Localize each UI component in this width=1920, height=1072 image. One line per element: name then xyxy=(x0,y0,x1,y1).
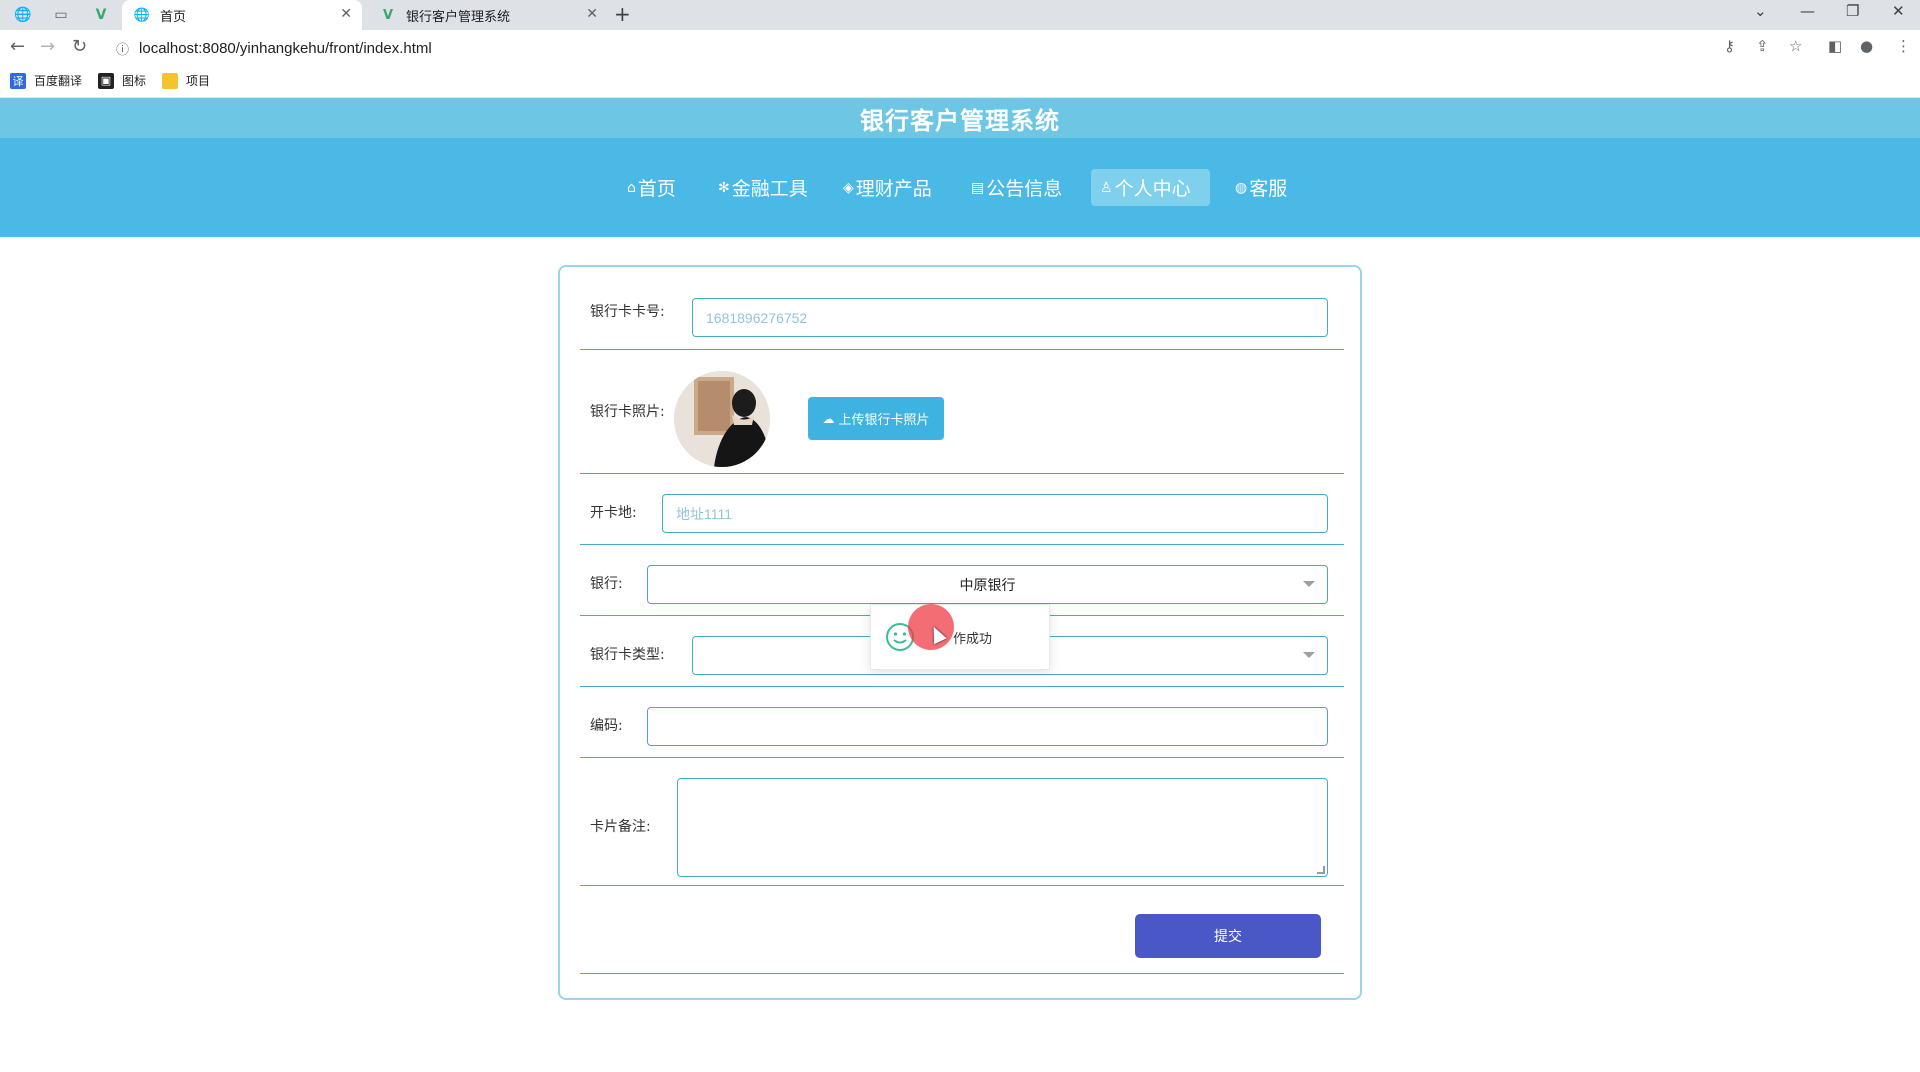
remark-label: 卡片备注: xyxy=(590,819,651,835)
row-card-number: 银行卡卡号: 1681896276752 xyxy=(580,267,1344,350)
folder-icon xyxy=(162,72,178,89)
menu-dots-icon[interactable]: ⋮ xyxy=(1896,37,1911,55)
star-icon[interactable]: ☆ xyxy=(1789,37,1802,55)
bookmark-label: 百度翻译 xyxy=(34,74,83,88)
bank-selected-value: 中原银行 xyxy=(959,577,1016,594)
nav-label: 个人中心 xyxy=(1114,178,1191,200)
minimize-icon[interactable]: — xyxy=(1800,2,1815,20)
nav-label: 金融工具 xyxy=(731,178,808,200)
close-icon[interactable]: ✕ xyxy=(340,6,352,22)
bookmark-label: 图标 xyxy=(122,74,147,88)
nav-label: 客服 xyxy=(1249,178,1288,200)
vue-icon: V xyxy=(382,7,394,23)
new-tab-plus-icon[interactable]: + xyxy=(614,2,631,26)
forward-arrow-icon[interactable]: → xyxy=(40,36,55,57)
site-info-icon[interactable]: ⓘ xyxy=(116,39,129,58)
row-remark: 卡片备注: xyxy=(580,758,1344,886)
nav-item-home[interactable]: ⌂ 首页 xyxy=(618,169,685,206)
bookmark-project[interactable]: 项目 xyxy=(162,72,210,89)
nav-item-announcements[interactable]: ▤ 公告信息 xyxy=(962,169,1071,206)
user-icon: ♙ xyxy=(1100,179,1113,196)
card-number-input[interactable]: 1681896276752 xyxy=(692,298,1328,337)
side-panel-icon[interactable]: ◧ xyxy=(1828,37,1842,55)
nav-label: 理财产品 xyxy=(855,178,932,200)
chevron-down-icon xyxy=(1303,652,1315,658)
chat-icon: ◍ xyxy=(1235,179,1248,196)
browser-tab-strip: 🌐 ▭ V 🌐 首页 ✕ V 银行客户管理系统 ✕ + ⌄ — ❐ ✕ xyxy=(0,0,1920,30)
site-title: 银行客户管理系统 xyxy=(860,106,1060,135)
translate-icon: 译 xyxy=(10,72,26,89)
card-photo-illustration xyxy=(674,371,770,467)
reload-icon[interactable]: ↻ xyxy=(72,36,87,57)
open-place-label: 开卡地: xyxy=(590,505,637,521)
main-nav: ⌂ 首页 ✻ 金融工具 ◈ 理财产品 ▤ 公告信息 ♙ 个人中心 ◍ 客服 xyxy=(0,138,1920,237)
card-photo-image[interactable] xyxy=(674,371,770,467)
bookmark-label: 项目 xyxy=(186,74,211,88)
code-label: 编码: xyxy=(590,718,623,734)
window-close-icon[interactable]: ✕ xyxy=(1892,2,1905,20)
home-icon: ⌂ xyxy=(627,179,636,196)
browser-tab-home[interactable]: 🌐 首页 ✕ xyxy=(122,0,362,30)
upload-card-photo-button[interactable]: ☁ 上传银行卡照片 xyxy=(808,397,944,440)
submit-button[interactable]: 提交 xyxy=(1135,914,1321,958)
site-header: 银行客户管理系统 xyxy=(0,98,1920,138)
address-bar-area: ← → ↻ ⓘ localhost:8080/yinhangkehu/front… xyxy=(0,30,1920,66)
tab-title: 首页 xyxy=(160,9,187,25)
remark-textarea[interactable] xyxy=(677,778,1328,877)
nav-item-customer-service[interactable]: ◍ 客服 xyxy=(1226,169,1296,206)
row-open-place: 开卡地: 地址1111 xyxy=(580,474,1344,545)
card-photo-label: 银行卡照片: xyxy=(590,404,665,420)
pinned-tab-vue-icon[interactable]: V xyxy=(90,4,112,26)
omnibox[interactable]: ⓘ localhost:8080/yinhangkehu/front/index… xyxy=(106,34,1776,62)
resize-grip-icon[interactable] xyxy=(1317,866,1325,874)
gear-icon: ✻ xyxy=(718,179,730,196)
restore-icon[interactable]: ❐ xyxy=(1846,2,1859,20)
layers-icon: ◈ xyxy=(843,179,854,196)
url-text[interactable]: localhost:8080/yinhangkehu/front/index.h… xyxy=(139,40,432,57)
bookmarks-bar: 译 百度翻译 ▣ 图标 项目 xyxy=(0,66,1920,98)
nav-item-wealth-products[interactable]: ◈ 理财产品 xyxy=(834,169,941,206)
key-icon[interactable]: ⚷ xyxy=(1724,37,1735,55)
card-number-label: 银行卡卡号: xyxy=(590,304,665,320)
document-icon: ▤ xyxy=(971,179,985,196)
close-icon[interactable]: ✕ xyxy=(586,6,598,22)
toast-message: 作成功 xyxy=(953,631,993,647)
profile-icon[interactable]: ● xyxy=(1860,37,1873,55)
chevron-down-icon xyxy=(1303,581,1315,587)
nav-label: 公告信息 xyxy=(986,178,1063,200)
upload-button-label: 上传银行卡照片 xyxy=(838,413,930,428)
tab-search-chevron-icon[interactable]: ⌄ xyxy=(1754,2,1767,20)
bank-label: 银行: xyxy=(590,576,623,592)
globe-icon: 🌐 xyxy=(133,7,151,23)
tab-title: 银行客户管理系统 xyxy=(406,9,511,25)
back-arrow-icon[interactable]: ← xyxy=(10,36,25,57)
cloud-upload-icon: ☁ xyxy=(822,411,835,426)
bank-select[interactable]: 中原银行 xyxy=(647,565,1328,604)
nav-item-personal-center[interactable]: ♙ 个人中心 xyxy=(1091,169,1210,206)
image-icon: ▣ xyxy=(98,72,114,89)
row-code: 编码: xyxy=(580,687,1344,758)
pinned-tab-globe-icon[interactable]: 🌐 xyxy=(12,4,34,26)
open-place-input[interactable]: 地址1111 xyxy=(662,494,1328,533)
success-toast: 作成功 xyxy=(870,604,1050,670)
nav-item-finance-tools[interactable]: ✻ 金融工具 xyxy=(709,169,817,206)
browser-tab-system[interactable]: V 银行客户管理系统 ✕ xyxy=(368,0,608,30)
bookmark-translate[interactable]: 译 百度翻译 xyxy=(10,72,82,89)
bookmark-icons[interactable]: ▣ 图标 xyxy=(98,72,146,89)
nav-label: 首页 xyxy=(637,178,676,200)
pinned-tab-blank-icon[interactable]: ▭ xyxy=(50,4,72,26)
code-input[interactable] xyxy=(647,707,1328,746)
share-icon[interactable]: ⇪ xyxy=(1756,37,1769,55)
card-type-label: 银行卡类型: xyxy=(590,647,665,663)
